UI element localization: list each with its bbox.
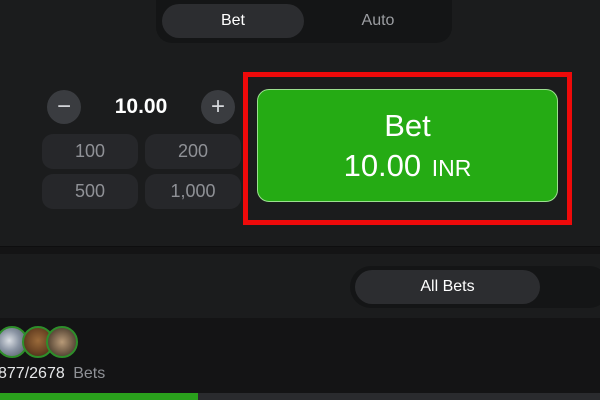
bets-count-label: Bets	[73, 365, 106, 382]
player-avatars	[0, 326, 86, 360]
bet-button-title: Bet	[384, 108, 431, 143]
bet-button[interactable]: Bet 10.00 INR	[257, 89, 558, 202]
bet-amount-stepper: − 10.00 +	[42, 87, 240, 127]
plus-icon[interactable]: +	[201, 90, 235, 124]
bets-count: 877/2678 Bets	[0, 365, 105, 383]
quick-amount-200-button[interactable]: 200	[145, 134, 241, 169]
bet-button-currency: INR	[431, 155, 472, 181]
bets-header: All Bets	[0, 254, 600, 318]
tab-auto[interactable]: Auto	[308, 4, 448, 38]
tab-bet[interactable]: Bet	[162, 4, 304, 38]
quick-amount-1000-button[interactable]: 1,000	[145, 174, 241, 209]
bet-panel: Bet Auto − 10.00 + 100 200 500 1,000 Bet…	[0, 0, 600, 247]
tab-all-bets[interactable]: All Bets	[355, 270, 540, 304]
avatar	[46, 326, 78, 358]
mode-switch: Bet Auto	[156, 0, 452, 43]
bets-tabs: All Bets	[350, 266, 600, 308]
bet-button-amount-line: 10.00 INR	[258, 148, 557, 184]
minus-icon[interactable]: −	[47, 90, 81, 124]
bets-count-value: 877/2678	[0, 365, 65, 382]
bets-progress-fill	[0, 393, 198, 400]
bet-amount-value[interactable]: 10.00	[86, 87, 196, 127]
quick-amount-500-button[interactable]: 500	[42, 174, 138, 209]
bets-progress-bar	[0, 393, 600, 400]
bet-button-amount: 10.00	[343, 148, 422, 183]
quick-amount-100-button[interactable]: 100	[42, 134, 138, 169]
